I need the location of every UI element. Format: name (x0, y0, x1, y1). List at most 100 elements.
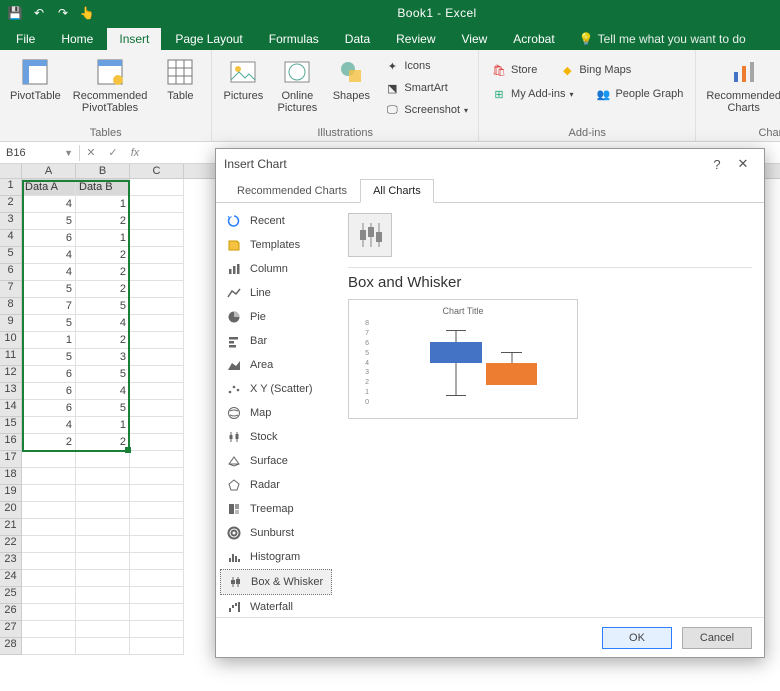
screenshot-button[interactable]: 🖵 Screenshot ▾ (380, 100, 472, 120)
row-header[interactable]: 17 (0, 451, 22, 468)
row-header[interactable]: 10 (0, 332, 22, 349)
cell[interactable]: 6 (22, 230, 76, 247)
row-header[interactable]: 3 (0, 213, 22, 230)
online-pictures-button[interactable]: Online Pictures (272, 54, 322, 122)
row-header[interactable]: 8 (0, 298, 22, 315)
cell[interactable] (22, 502, 76, 519)
cell[interactable]: 2 (76, 332, 130, 349)
cell[interactable]: 3 (76, 349, 130, 366)
cell[interactable] (130, 332, 184, 349)
row-header[interactable]: 22 (0, 536, 22, 553)
cell[interactable]: 7 (22, 298, 76, 315)
cell[interactable] (76, 485, 130, 502)
cell[interactable]: 6 (22, 366, 76, 383)
col-header-B[interactable]: B (76, 164, 130, 178)
cell[interactable] (76, 536, 130, 553)
cell[interactable]: 2 (22, 434, 76, 451)
cell[interactable]: 5 (76, 366, 130, 383)
fx-icon[interactable]: fx (124, 147, 146, 159)
cell[interactable]: 2 (76, 434, 130, 451)
chart-type-bar[interactable]: Bar (220, 329, 332, 353)
cell[interactable] (130, 587, 184, 604)
name-box[interactable]: B16 ▼ (0, 145, 80, 161)
row-header[interactable]: 12 (0, 366, 22, 383)
ok-button[interactable]: OK (602, 627, 672, 649)
chart-type-templates[interactable]: Templates (220, 233, 332, 257)
row-header[interactable]: 18 (0, 468, 22, 485)
cell[interactable] (130, 230, 184, 247)
cell[interactable]: 6 (22, 383, 76, 400)
cell[interactable]: 5 (22, 213, 76, 230)
row-header[interactable]: 11 (0, 349, 22, 366)
cell[interactable] (130, 485, 184, 502)
cell[interactable] (130, 451, 184, 468)
cell[interactable] (130, 213, 184, 230)
cell[interactable] (130, 519, 184, 536)
chart-type-line[interactable]: Line (220, 281, 332, 305)
row-header[interactable]: 15 (0, 417, 22, 434)
close-icon[interactable]: ✕ (730, 156, 756, 172)
chart-subtype-button[interactable] (348, 213, 392, 257)
cell[interactable] (130, 400, 184, 417)
cell[interactable] (76, 553, 130, 570)
row-header[interactable]: 25 (0, 587, 22, 604)
cell[interactable] (22, 587, 76, 604)
chart-type-stock[interactable]: Stock (220, 425, 332, 449)
tab-insert[interactable]: Insert (107, 28, 161, 50)
help-icon[interactable]: ? (704, 157, 730, 172)
cell[interactable] (130, 196, 184, 213)
cell[interactable]: 2 (76, 281, 130, 298)
cell[interactable]: 4 (76, 315, 130, 332)
chart-type-surface[interactable]: Surface (220, 449, 332, 473)
cell[interactable]: 5 (22, 315, 76, 332)
row-header[interactable]: 16 (0, 434, 22, 451)
undo-icon[interactable]: ↶ (28, 3, 50, 23)
cell[interactable]: 1 (22, 332, 76, 349)
tab-recommended-charts[interactable]: Recommended Charts (224, 179, 360, 203)
row-header[interactable]: 9 (0, 315, 22, 332)
my-addins-button[interactable]: ⊞ My Add-ins ▾ (487, 84, 577, 104)
cell[interactable]: 5 (76, 298, 130, 315)
cell[interactable]: 1 (76, 417, 130, 434)
row-header[interactable]: 21 (0, 519, 22, 536)
pictures-button[interactable]: Pictures (218, 54, 268, 122)
chart-type-histogram[interactable]: Histogram (220, 545, 332, 569)
chart-type-map[interactable]: Map (220, 401, 332, 425)
chart-type-box[interactable]: Box & Whisker (220, 569, 332, 595)
cancel-button[interactable]: Cancel (682, 627, 752, 649)
row-header[interactable]: 7 (0, 281, 22, 298)
chart-type-area[interactable]: Area (220, 353, 332, 377)
cell[interactable] (76, 468, 130, 485)
row-header[interactable]: 23 (0, 553, 22, 570)
cell[interactable] (130, 366, 184, 383)
tab-review[interactable]: Review (384, 28, 447, 50)
cell[interactable] (76, 451, 130, 468)
tell-me[interactable]: 💡 Tell me what you want to do (569, 28, 756, 50)
row-header[interactable]: 6 (0, 264, 22, 281)
cell[interactable] (76, 621, 130, 638)
cell[interactable]: 6 (22, 400, 76, 417)
cell[interactable]: 5 (76, 400, 130, 417)
cell[interactable] (130, 247, 184, 264)
cell[interactable]: 4 (22, 247, 76, 264)
row-header[interactable]: 4 (0, 230, 22, 247)
cell[interactable] (22, 451, 76, 468)
tab-acrobat[interactable]: Acrobat (501, 28, 566, 50)
cell[interactable] (130, 298, 184, 315)
people-graph-button[interactable]: 👥 People Graph (591, 84, 687, 104)
tab-formulas[interactable]: Formulas (257, 28, 331, 50)
pivottable-button[interactable]: PivotTable (6, 54, 65, 116)
cell[interactable] (76, 502, 130, 519)
chart-type-recent[interactable]: Recent (220, 209, 332, 233)
chart-type-scatter[interactable]: X Y (Scatter) (220, 377, 332, 401)
cell[interactable] (130, 604, 184, 621)
shapes-button[interactable]: Shapes (326, 54, 376, 122)
cell[interactable]: Data A (22, 179, 76, 196)
cell[interactable] (130, 264, 184, 281)
cell[interactable]: 4 (22, 196, 76, 213)
cell[interactable]: 4 (22, 417, 76, 434)
cell[interactable] (22, 621, 76, 638)
tab-file[interactable]: File (4, 28, 47, 50)
cell[interactable]: 4 (22, 264, 76, 281)
cell[interactable] (76, 587, 130, 604)
